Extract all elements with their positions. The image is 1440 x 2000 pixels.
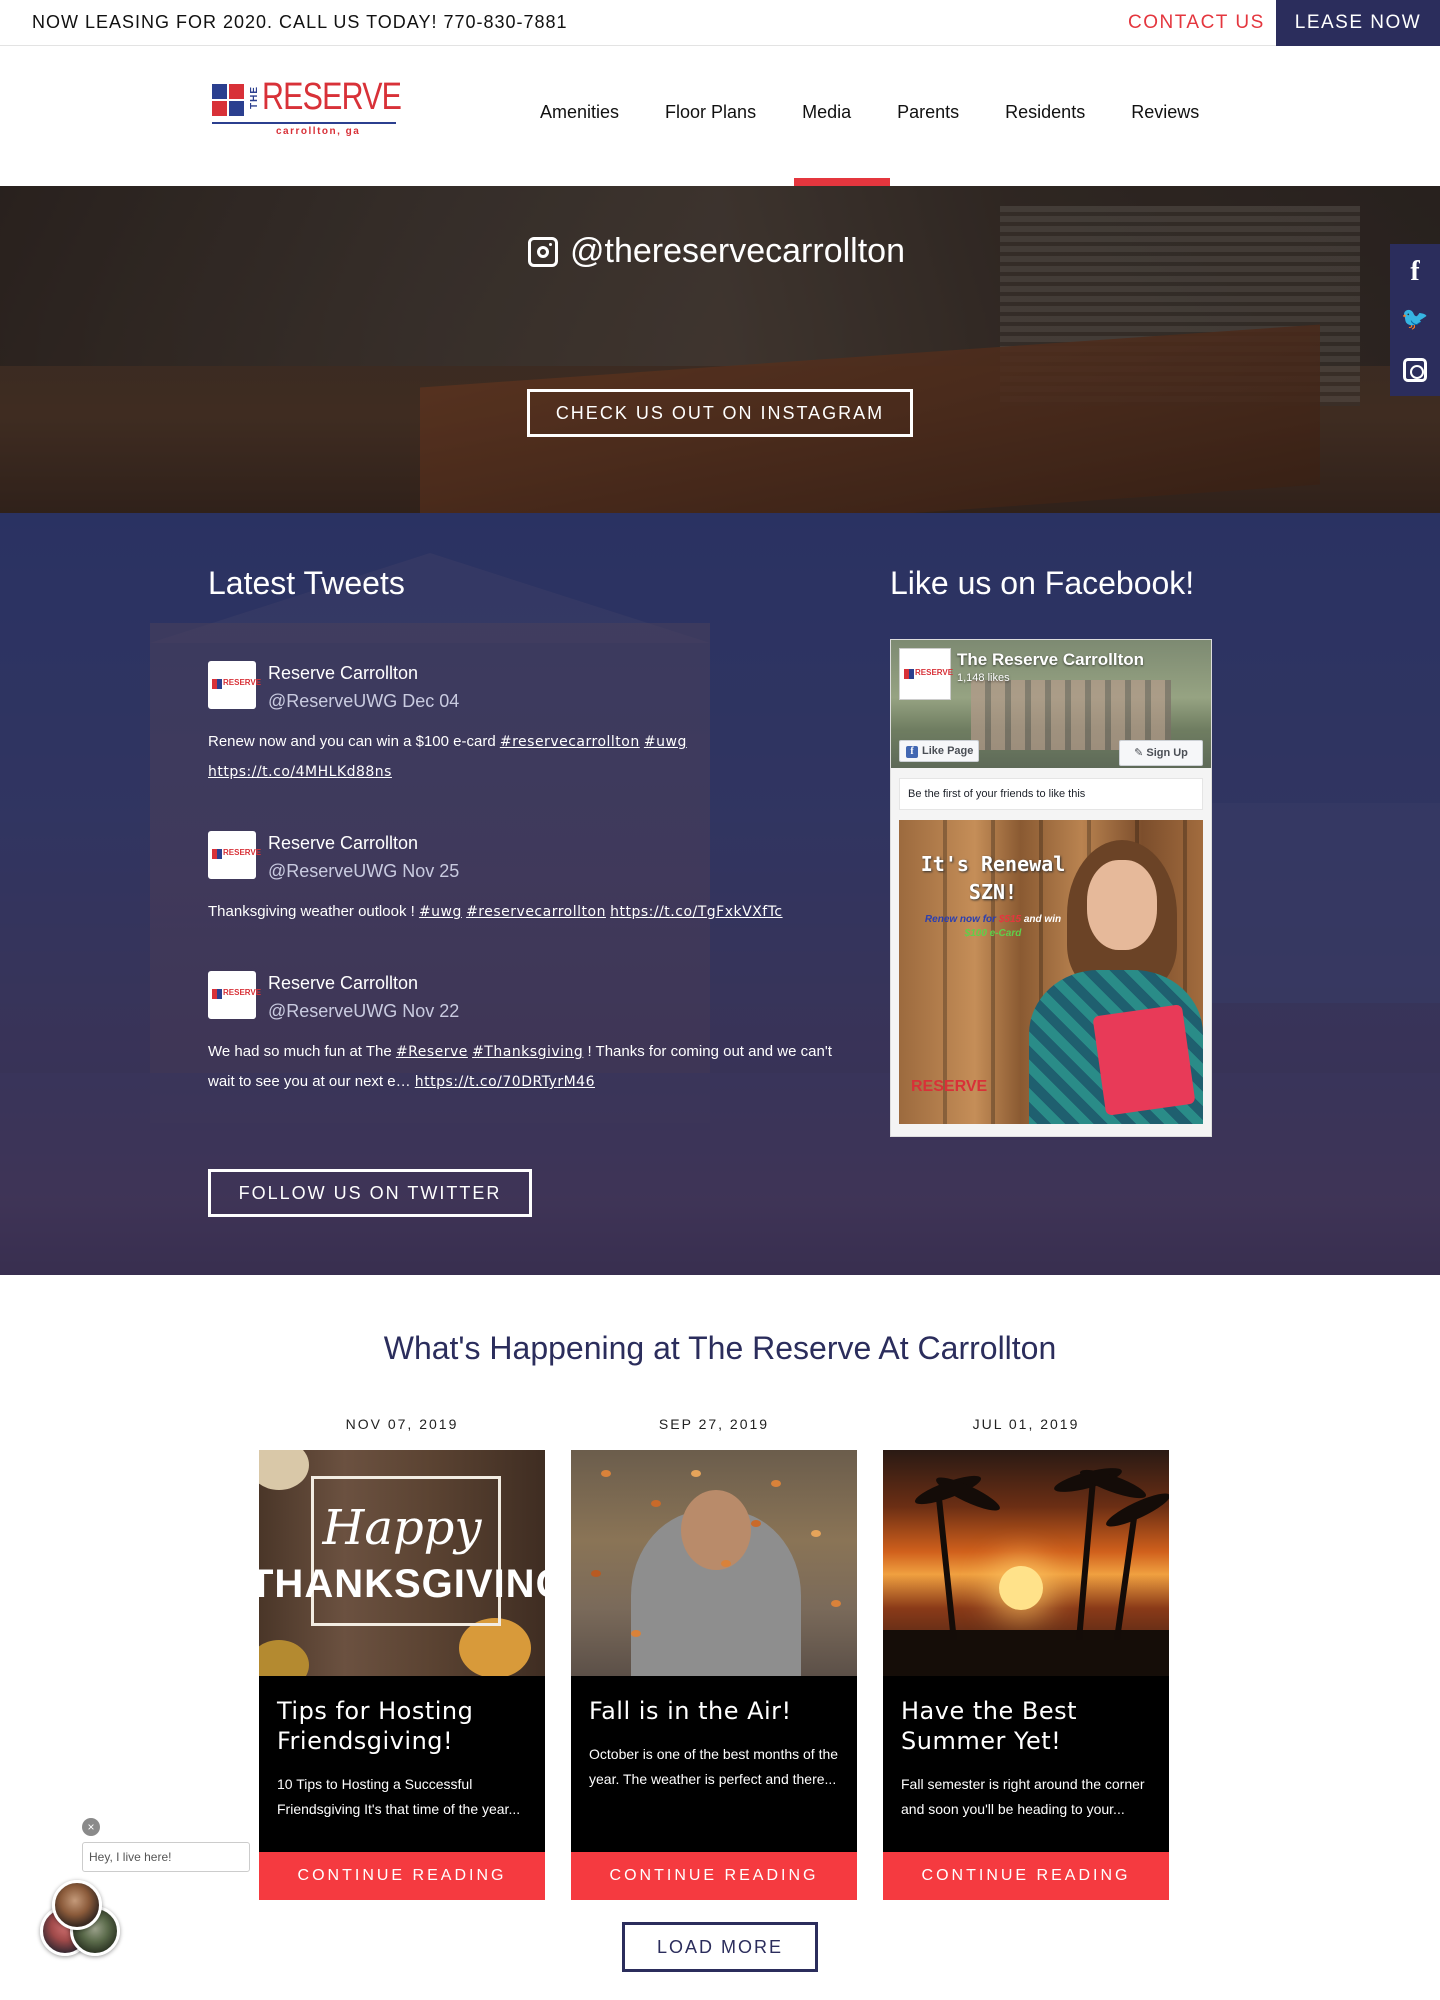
facebook-page-picture-label: RESERVE bbox=[915, 668, 954, 677]
post-brand: RESERVE bbox=[911, 1078, 988, 1095]
facebook-page-widget: RESERVE The Reserve Carrollton 1,148 lik… bbox=[890, 639, 1212, 1137]
nav-media[interactable]: Media bbox=[802, 102, 851, 123]
instagram-icon bbox=[528, 236, 558, 267]
facebook-sign-up-button[interactable]: ✎ Sign Up bbox=[1119, 740, 1203, 766]
top-bar: NOW LEASING FOR 2020. CALL US TODAY! 770… bbox=[0, 0, 1440, 46]
load-more-button[interactable]: LOAD MORE bbox=[622, 1922, 818, 1972]
follow-twitter-button[interactable]: FOLLOW US ON TWITTER bbox=[208, 1169, 532, 1217]
blog-date: NOV 07, 2019 bbox=[345, 1416, 459, 1432]
post-headline: It's Renewal SZN! bbox=[920, 852, 1066, 904]
logo-squares-icon bbox=[212, 84, 244, 116]
tweet-author[interactable]: Reserve Carrollton bbox=[268, 663, 418, 684]
nav-floor-plans[interactable]: Floor Plans bbox=[665, 102, 756, 123]
continue-reading-button[interactable]: CONTINUE READING bbox=[259, 1852, 545, 1900]
post-promo-line-2: $100 e-Card bbox=[964, 928, 1022, 939]
hashtag-link[interactable]: #reservecarrollton bbox=[500, 734, 640, 750]
tweet-url-link[interactable]: https://t.co/TgFxkVXfTc bbox=[610, 904, 782, 920]
nav-amenities[interactable]: Amenities bbox=[540, 102, 619, 123]
nav-parents[interactable]: Parents bbox=[897, 102, 959, 123]
continue-reading-button[interactable]: CONTINUE READING bbox=[571, 1852, 857, 1900]
nav-reviews[interactable]: Reviews bbox=[1131, 102, 1199, 123]
site-logo[interactable]: THE RESERVE carrollton, ga bbox=[212, 76, 402, 137]
hashtag-link[interactable]: #uwg bbox=[644, 734, 687, 750]
blog-date: SEP 27, 2019 bbox=[658, 1416, 770, 1432]
tweet-author[interactable]: Reserve Carrollton bbox=[268, 833, 418, 854]
tweet-handle-date: @ReserveUWG Nov 25 bbox=[268, 861, 460, 881]
facebook-like-page-button[interactable]: f Like Page bbox=[899, 740, 979, 762]
social-feed-section: Latest Tweets Like us on Facebook! RESER… bbox=[0, 513, 1440, 1275]
facebook-icon: f bbox=[906, 746, 918, 758]
twitter-icon[interactable]: 🐦 bbox=[1390, 294, 1440, 344]
tweet-avatar[interactable]: RESERVE bbox=[208, 661, 261, 709]
facebook-icon[interactable]: f bbox=[1390, 244, 1440, 294]
logo-the: THE bbox=[249, 86, 260, 109]
tweet-avatar[interactable]: RESERVE bbox=[208, 831, 261, 879]
instagram-handle[interactable]: @thereservecarrollton bbox=[528, 232, 905, 271]
blog-body: Tips for Hosting Friendsgiving! 10 Tips … bbox=[259, 1676, 545, 1852]
chat-avatar[interactable] bbox=[52, 1880, 102, 1930]
happening-title: What's Happening at The Reserve At Carro… bbox=[383, 1330, 1057, 1366]
blog-title[interactable]: Fall is in the Air! bbox=[589, 1696, 839, 1726]
hashtag-link[interactable]: #reservecarrollton bbox=[466, 904, 606, 920]
tweet-url-link[interactable]: https://t.co/4MHLKd88ns bbox=[208, 764, 392, 780]
contact-us-link[interactable]: CONTACT US bbox=[1128, 12, 1265, 34]
tweet-handle-date: @ReserveUWG Nov 22 bbox=[268, 1001, 460, 1021]
blog-excerpt: October is one of the best months of the… bbox=[589, 1746, 839, 1787]
tweet-handle-date: @ReserveUWG Dec 04 bbox=[268, 691, 460, 711]
tweet-url-link[interactable]: https://t.co/70DRTyrM46 bbox=[415, 1074, 595, 1090]
blog-image[interactable] bbox=[883, 1450, 1169, 1676]
blog-title[interactable]: Have the Best Summer Yet! bbox=[901, 1696, 1151, 1756]
continue-reading-button[interactable]: CONTINUE READING bbox=[883, 1852, 1169, 1900]
facebook-page-name[interactable]: The Reserve Carrollton bbox=[957, 650, 1144, 670]
tweet-text: Renew now and you can win a $100 e-card … bbox=[208, 733, 687, 780]
tweets-heading: Latest Tweets bbox=[208, 565, 405, 601]
site-header: THE RESERVE carrollton, ga Amenities Flo… bbox=[0, 46, 1440, 186]
hashtag-link[interactable]: #Reserve bbox=[396, 1044, 468, 1060]
instagram-handle-text: @thereservecarrollton bbox=[570, 232, 905, 270]
chat-message-bubble[interactable]: Hey, I live here! bbox=[82, 1842, 250, 1872]
blog-excerpt: Fall semester is right around the corner… bbox=[901, 1776, 1145, 1817]
blog-excerpt: 10 Tips to Hosting a Successful Friendsg… bbox=[277, 1776, 521, 1817]
instagram-button[interactable]: CHECK US OUT ON INSTAGRAM bbox=[527, 389, 913, 437]
blog-image[interactable] bbox=[571, 1450, 857, 1676]
facebook-page-picture[interactable]: RESERVE bbox=[899, 648, 954, 700]
facebook-heading: Like us on Facebook! bbox=[890, 565, 1195, 601]
hashtag-link[interactable]: #uwg bbox=[419, 904, 462, 920]
logo-underline bbox=[212, 122, 396, 124]
social-sidebar: f 🐦 bbox=[1390, 244, 1440, 396]
leasing-announcement: NOW LEASING FOR 2020. CALL US TODAY! 770… bbox=[32, 12, 568, 32]
blog-title[interactable]: Tips for Hosting Friendsgiving! bbox=[277, 1696, 527, 1756]
tweet-text: We had so much fun at The #Reserve #Than… bbox=[208, 1043, 832, 1090]
lease-now-button[interactable]: LEASE NOW bbox=[1276, 0, 1440, 46]
blog-image-text: Happy bbox=[322, 1500, 482, 1556]
hashtag-link[interactable]: #Thanksgiving bbox=[472, 1044, 583, 1060]
blog-body: Fall is in the Air! October is one of th… bbox=[571, 1676, 857, 1852]
tweet-avatar-label: RESERVE bbox=[223, 848, 262, 857]
blog-image[interactable]: Happy THANKSGIVING bbox=[259, 1450, 545, 1676]
tweet-avatar-label: RESERVE bbox=[223, 678, 262, 687]
instagram-side-icon[interactable] bbox=[1390, 344, 1440, 394]
tweet-text: Thanksgiving weather outlook ! #uwg #res… bbox=[208, 903, 783, 920]
facebook-friends-like-text: Be the first of your friends to like thi… bbox=[899, 778, 1203, 810]
facebook-post-image[interactable]: It's Renewal SZN! Renew now for $515 and… bbox=[899, 820, 1203, 1124]
main-nav: Amenities Floor Plans Media Parents Resi… bbox=[540, 102, 1245, 123]
blog-date: JUL 01, 2019 bbox=[972, 1416, 1080, 1432]
nav-residents[interactable]: Residents bbox=[1005, 102, 1085, 123]
blog-image-text-2: THANKSGIVING bbox=[259, 1562, 545, 1606]
logo-city: carrollton, ga bbox=[276, 126, 361, 137]
nav-active-indicator bbox=[794, 178, 890, 186]
chat-close-icon[interactable]: × bbox=[82, 1818, 100, 1836]
section-overlay bbox=[0, 513, 1440, 1275]
facebook-likes-count: 1,148 likes bbox=[957, 672, 1010, 684]
logo-name: RESERVE bbox=[262, 76, 402, 118]
instagram-hero: @thereservecarrollton CHECK US OUT ON IN… bbox=[0, 186, 1440, 513]
post-promo-line: Renew now for $515 and win bbox=[924, 914, 1062, 925]
tweet-avatar[interactable]: RESERVE bbox=[208, 971, 261, 1019]
tweet-avatar-label: RESERVE bbox=[223, 988, 262, 997]
blog-body: Have the Best Summer Yet! Fall semester … bbox=[883, 1676, 1169, 1852]
tweet-author[interactable]: Reserve Carrollton bbox=[268, 973, 418, 994]
